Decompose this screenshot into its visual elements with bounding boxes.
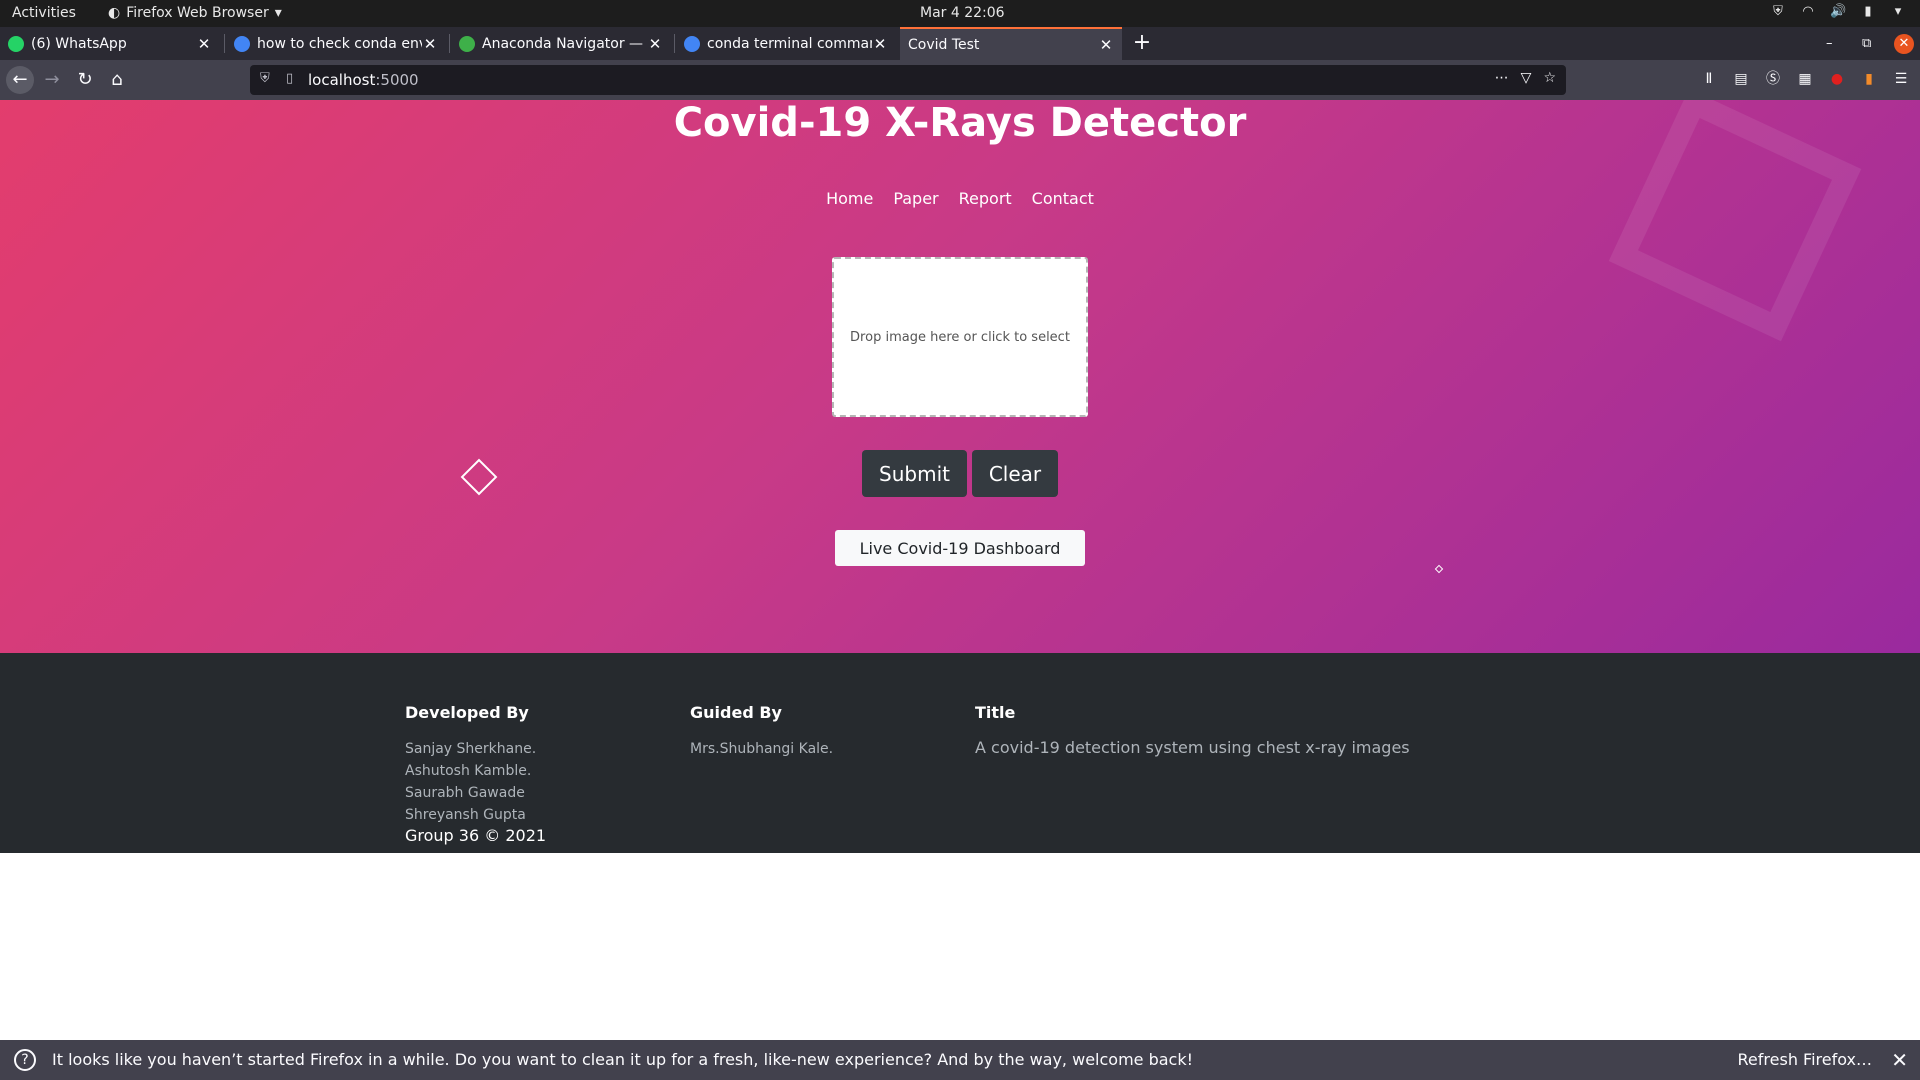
google-icon [684,35,700,52]
close-icon[interactable]: ✕ [422,35,438,53]
submit-button[interactable]: Submit [862,450,967,497]
battery-icon: ▮ [1864,4,1872,19]
extension-orange-icon[interactable]: ▮ [1860,70,1878,88]
shield-icon[interactable]: ⛨ [260,71,270,86]
google-icon [234,35,250,52]
extension-red-icon[interactable]: ● [1828,70,1846,88]
tab-label: Anaconda Navigator — A [482,35,647,52]
system-top-bar: Activities ◐ Firefox Web Browser ▾ Mar 4… [0,0,1920,27]
footer-title: Title A covid-19 detection system using … [975,703,1410,757]
reader-icon[interactable]: ▦ [1796,70,1814,88]
close-icon[interactable]: ✕ [647,35,663,53]
close-icon: ✕ [1894,33,1914,54]
url-host: localhost [308,71,376,89]
dropzone-label: Drop image here or click to select [850,329,1070,345]
nav-paper-link[interactable]: Paper [891,189,940,208]
app-menu[interactable]: ◐ Firefox Web Browser ▾ [108,5,282,21]
footer-developed-by: Developed By Sanjay Sherkhane. Ashutosh … [405,703,536,826]
clock[interactable]: Mar 4 22:06 [920,5,1005,21]
developed-by-heading: Developed By [405,703,529,722]
tab-anaconda-navigator[interactable]: Anaconda Navigator — A ✕ [451,27,671,60]
library-icon[interactable]: Ⅱ [1700,70,1718,88]
wifi-icon: ◠ [1802,4,1814,19]
app-menu-label: Firefox Web Browser [126,5,269,21]
tab-label: Covid Test [908,36,980,53]
developer-name: Sanjay Sherkhane. [405,741,537,757]
shield-icon: ⛨ [1773,4,1783,19]
notification-message: It looks like you haven’t started Firefo… [52,1050,1194,1069]
decorative-dot [1434,564,1444,574]
pocket-icon[interactable]: ▽ [1521,70,1532,86]
new-tab-button[interactable]: + [1130,30,1154,56]
nav-report-link[interactable]: Report [957,189,1014,208]
chevron-down-icon: ▾ [274,5,282,21]
menu-icon[interactable]: ☰ [1892,70,1910,88]
developer-name: Ashutosh Kamble. [405,763,532,779]
more-actions-icon[interactable]: ⋯ [1495,70,1509,86]
project-description: A covid-19 detection system using chest … [975,738,1410,757]
page-title: Covid-19 X-Rays Detector [673,100,1247,146]
bookmark-star-icon[interactable]: ☆ [1543,70,1556,86]
title-heading: Title [975,703,1016,722]
tab-divider [674,34,675,53]
image-dropzone[interactable]: Drop image here or click to select [832,257,1088,417]
home-button[interactable]: ⌂ [103,66,131,94]
page-icon[interactable]: ▯ [286,71,293,86]
address-bar[interactable]: ⛨ ▯ localhost:5000 ⋯ ▽ ☆ [250,65,1566,95]
chevron-down-icon: ▾ [1894,4,1902,19]
system-tray[interactable]: ⛨ ◠ 🔊 ▮ ▾ [1770,4,1906,20]
extension-s-icon[interactable]: Ⓢ [1764,70,1782,88]
whatsapp-icon [8,35,24,52]
activities-button[interactable]: Activities [12,5,76,21]
tab-covid-test[interactable]: Covid Test ✕ [900,27,1122,60]
reload-button[interactable]: ↻ [71,66,99,94]
sidebar-icon[interactable]: ▤ [1732,70,1750,88]
tab-divider [449,34,450,53]
guide-name: Mrs.Shubhangi Kale. [690,741,834,757]
minimize-button[interactable]: – [1826,27,1833,60]
toolbar-extensions: Ⅱ ▤ Ⓢ ▦ ● ▮ ☰ [1700,70,1910,88]
tab-conda-env[interactable]: how to check conda env ✕ [226,27,446,60]
maximize-button[interactable]: ⧉ [1862,27,1871,60]
refresh-firefox-button[interactable]: Refresh Firefox… [1738,1050,1872,1069]
page-nav: Home Paper Report Contact [0,189,1920,208]
live-dashboard-button[interactable]: Live Covid-19 Dashboard [835,530,1085,566]
tab-divider [224,34,225,53]
volume-icon: 🔊 [1830,4,1847,19]
close-icon[interactable]: ✕ [1098,36,1114,54]
help-icon: ? [14,1049,36,1071]
close-window-button[interactable]: ✕ [1894,27,1914,60]
developer-name: Saurabh Gawade [405,785,525,801]
close-icon[interactable]: ✕ [1891,1048,1908,1072]
url-port: :5000 [375,71,419,89]
tab-label: (6) WhatsApp [31,35,127,52]
decorative-diamond [460,458,498,496]
nav-home-link[interactable]: Home [824,189,875,208]
developer-name: Shreyansh Gupta [405,807,526,823]
page-footer: Developed By Sanjay Sherkhane. Ashutosh … [0,653,1920,853]
url-text[interactable]: localhost:5000 [308,71,419,89]
footer-guided-by: Guided By Mrs.Shubhangi Kale. [690,703,833,760]
anaconda-icon [459,35,475,52]
hero-section: Covid-19 X-Rays Detector Home Paper Repo… [0,100,1920,653]
guided-by-heading: Guided By [690,703,782,722]
tab-conda-terminal[interactable]: conda terminal commanc ✕ [676,27,896,60]
close-icon[interactable]: ✕ [872,35,888,53]
back-button[interactable]: ← [6,66,34,94]
tab-strip: (6) WhatsApp ✕ how to check conda env ✕ … [0,27,1920,60]
nav-contact-link[interactable]: Contact [1030,189,1096,208]
refresh-notification-bar: ? It looks like you haven’t started Fire… [0,1040,1920,1080]
tab-label: how to check conda env [257,35,422,52]
clear-button[interactable]: Clear [972,450,1058,497]
firefox-icon: ◐ [108,5,121,21]
copyright: Group 36 © 2021 [405,826,547,845]
tab-label: conda terminal commanc [707,35,872,52]
navigation-toolbar: ← → ↻ ⌂ ⛨ ▯ localhost:5000 ⋯ ▽ ☆ Ⅱ ▤ Ⓢ ▦… [0,60,1920,100]
forward-button[interactable]: → [38,66,66,94]
close-icon[interactable]: ✕ [196,35,212,53]
tab-whatsapp[interactable]: (6) WhatsApp ✕ [0,27,220,60]
